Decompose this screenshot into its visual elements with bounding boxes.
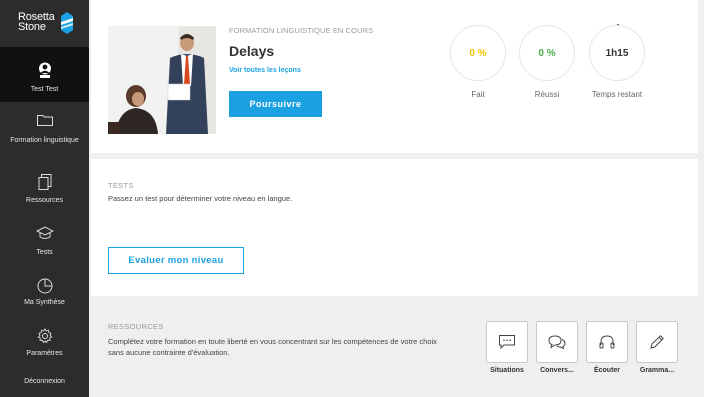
sidebar-item-ressources[interactable]: Ressources: [0, 160, 89, 210]
sidebar-item-label: Ressources: [26, 197, 63, 204]
resources-description-line2: sans aucune contrainte d'évaluation.: [108, 348, 230, 357]
pencil-icon: [650, 335, 664, 349]
resource-label-conversations: Convers...: [540, 367, 574, 374]
resource-tile-grammaire[interactable]: [636, 321, 678, 363]
sidebar-item-formation[interactable]: Formation linguistique: [0, 102, 89, 157]
stat-time-label: Temps restant: [591, 90, 643, 99]
stat-done-label: Fait: [471, 90, 485, 99]
stat-time-circle: 1h15: [589, 25, 645, 81]
stat-done-value: 0 %: [469, 47, 487, 59]
brand-name: Rosetta Stone: [18, 11, 55, 33]
user-icon: [38, 62, 51, 78]
sidebar-item-label: Tests: [36, 249, 53, 256]
all-lessons-link[interactable]: Voir toutes les leçons: [229, 67, 301, 74]
conversation-icon: [548, 335, 566, 349]
course-photo: [108, 26, 216, 134]
stat-passed-label: Réussi: [534, 90, 560, 99]
stat-done-circle: 0 %: [450, 25, 506, 81]
resource-tile-situations[interactable]: [486, 321, 528, 363]
documents-icon: [38, 174, 51, 190]
gear-icon: [37, 328, 52, 344]
chat-bubble-icon: [499, 335, 515, 349]
course-kicker: FORMATION LINGUISTIQUE EN COURS: [229, 26, 374, 35]
resource-label-grammaire: Gramma...: [639, 367, 675, 374]
resource-tile-ecouter[interactable]: [586, 321, 628, 363]
sidebar-item-label: Test Test: [30, 86, 59, 93]
brand-logo[interactable]: Rosetta Stone: [0, 0, 89, 47]
sidebar-item-label: Ma Synthèse: [24, 299, 65, 306]
sidebar-item-label: Formation linguistique: [10, 137, 79, 144]
stat-time-value: 1h15: [605, 47, 629, 59]
pie-chart-icon: [37, 278, 52, 294]
resource-tile-conversations[interactable]: [536, 321, 578, 363]
sidebar-item-label: Paramètres: [26, 350, 63, 357]
continue-button[interactable]: Poursuivre: [229, 91, 322, 117]
sidebar-item-tests[interactable]: Tests: [0, 214, 89, 264]
logout-button[interactable]: Déconnexion: [0, 372, 89, 392]
stat-passed-value: 0 %: [538, 47, 556, 59]
sidebar: Rosetta Stone Test Test Formation lingui…: [0, 0, 89, 397]
graduation-cap-icon: [35, 226, 54, 239]
headphones-icon: [599, 335, 615, 349]
course-title: Delays: [229, 43, 275, 59]
rosetta-stone-icon: [61, 12, 73, 34]
resources-description-line1: Complétez votre formation en toute liber…: [108, 337, 437, 346]
tests-description: Passez un test pour déterminer votre niv…: [108, 194, 293, 203]
evaluate-level-button[interactable]: Evaluer mon niveau: [108, 247, 244, 274]
resource-label-ecouter: Écouter: [593, 367, 621, 374]
folder-icon: [36, 115, 53, 126]
sidebar-item-parametres[interactable]: Paramètres: [0, 318, 89, 364]
sidebar-item-label: Déconnexion: [24, 378, 65, 385]
resource-label-situations: Situations: [490, 367, 524, 374]
resources-section: RESSOURCES Complétez votre formation en …: [91, 300, 698, 397]
tests-card: TESTS Passez un test pour déterminer vot…: [91, 159, 698, 296]
current-course-card: FORMATION LINGUISTIQUE EN COURS Delays V…: [91, 0, 698, 153]
resources-kicker: RESSOURCES: [108, 322, 164, 331]
course-image: [108, 26, 216, 134]
sidebar-item-synthese[interactable]: Ma Synthèse: [0, 268, 89, 314]
tests-kicker: TESTS: [108, 181, 134, 190]
sidebar-item-profile[interactable]: Test Test: [0, 47, 89, 102]
stat-passed-circle: 0 %: [519, 25, 575, 81]
